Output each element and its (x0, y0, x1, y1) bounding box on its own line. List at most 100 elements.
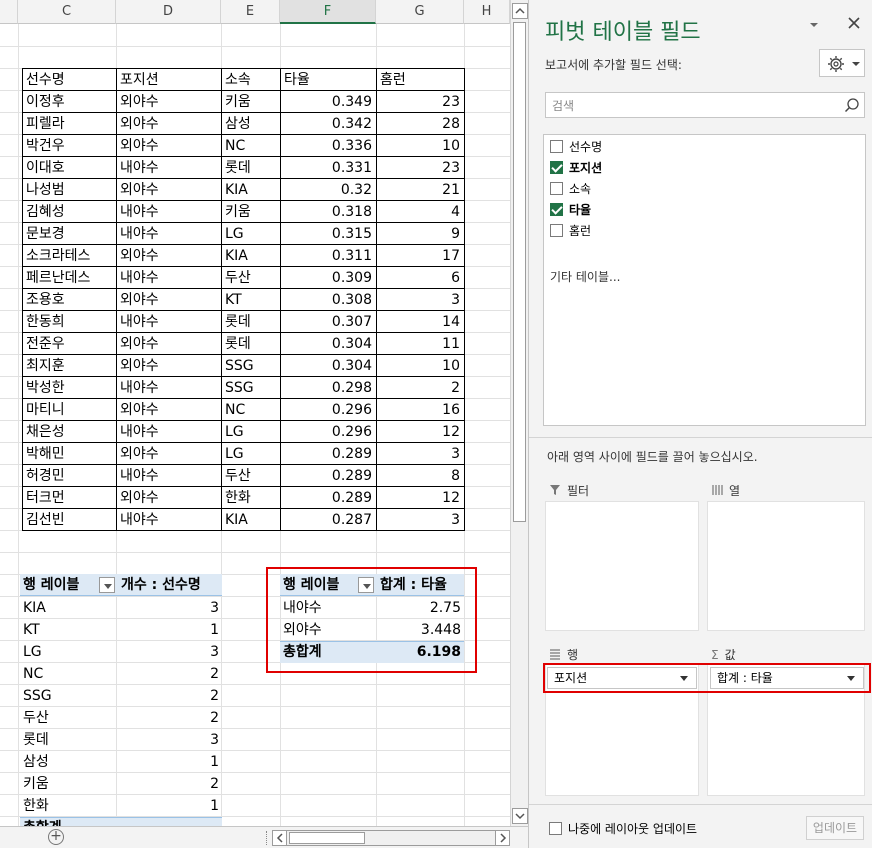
table-cell[interactable]: 키움 (222, 201, 279, 223)
field-item-2[interactable]: 포지션 (550, 158, 602, 178)
more-tables-link[interactable]: 기타 테이블... (550, 267, 620, 287)
table-header-cell[interactable]: 선수명 (23, 69, 115, 91)
defer-update-option[interactable]: 나중에 레이아웃 업데이트 (549, 820, 697, 837)
scroll-left-button[interactable] (273, 831, 287, 845)
column-header-g[interactable]: G (376, 0, 464, 24)
table-cell[interactable]: 최지훈 (23, 355, 115, 377)
table-cell[interactable]: KIA (222, 509, 279, 531)
table-cell[interactable]: 23 (377, 91, 463, 113)
table-cell[interactable]: 0.307 (281, 311, 375, 333)
table-cell[interactable]: 10 (377, 135, 463, 157)
table-cell[interactable]: 17 (377, 245, 463, 267)
table-cell[interactable]: 0.289 (281, 443, 375, 465)
table-cell[interactable]: 내야수 (117, 377, 220, 399)
table-cell[interactable]: 4 (377, 201, 463, 223)
pivot-row-label[interactable]: SSG (20, 685, 114, 707)
table-cell[interactable]: LG (222, 223, 279, 245)
table-cell[interactable]: 내야수 (117, 223, 220, 245)
table-cell[interactable]: 조용호 (23, 289, 115, 311)
table-cell[interactable]: 삼성 (222, 113, 279, 135)
pivot-value-header[interactable]: 개수 : 선수명 (118, 574, 222, 596)
table-cell[interactable]: 두산 (222, 465, 279, 487)
close-icon[interactable] (847, 16, 861, 34)
pivot-total-label[interactable]: 총합계 (20, 817, 114, 826)
table-cell[interactable]: 10 (377, 355, 463, 377)
table-cell[interactable]: NC (222, 135, 279, 157)
table-cell[interactable]: LG (222, 443, 279, 465)
table-cell[interactable]: 내야수 (117, 157, 220, 179)
table-cell[interactable]: 외야수 (117, 355, 220, 377)
table-cell[interactable]: KT (222, 289, 279, 311)
scroll-down-button[interactable] (512, 808, 528, 824)
table-cell[interactable]: 내야수 (117, 509, 220, 531)
table-cell[interactable]: 내야수 (117, 311, 220, 333)
table-cell[interactable]: 0.311 (281, 245, 375, 267)
vertical-scroll-thumb[interactable] (513, 22, 526, 522)
pivot-row-value[interactable]: 2 (116, 685, 222, 707)
table-cell[interactable]: 0.296 (281, 421, 375, 443)
add-sheet-icon[interactable]: + (48, 829, 64, 845)
vertical-scrollbar[interactable] (510, 0, 528, 826)
table-cell[interactable]: 내야수 (117, 267, 220, 289)
pivot-row-label[interactable]: 두산 (20, 707, 114, 729)
table-cell[interactable]: 내야수 (117, 421, 220, 443)
pivot-row-value[interactable]: 3 (116, 729, 222, 751)
table-cell[interactable]: 롯데 (222, 333, 279, 355)
table-cell[interactable]: 23 (377, 157, 463, 179)
pivot-row-label[interactable]: LG (20, 641, 114, 663)
table-cell[interactable]: 문보경 (23, 223, 115, 245)
table-cell[interactable]: 내야수 (117, 201, 220, 223)
table-cell[interactable]: 터크먼 (23, 487, 115, 509)
panel-menu-icon[interactable] (807, 18, 821, 36)
filter-dropdown-icon[interactable] (99, 577, 115, 593)
table-header-cell[interactable]: 소속 (222, 69, 279, 91)
table-cell[interactable]: 키움 (222, 91, 279, 113)
table-cell[interactable]: 피렐라 (23, 113, 115, 135)
pivot-row-label[interactable]: 삼성 (20, 751, 114, 773)
table-cell[interactable]: 0.289 (281, 465, 375, 487)
table-cell[interactable]: 3 (377, 509, 463, 531)
table-cell[interactable]: 외야수 (117, 487, 220, 509)
table-cell[interactable]: 0.331 (281, 157, 375, 179)
table-cell[interactable]: 페르난데스 (23, 267, 115, 289)
table-cell[interactable]: 28 (377, 113, 463, 135)
field-item-4[interactable]: 타율 (550, 200, 591, 220)
field-item-3[interactable]: 소속 (550, 179, 591, 199)
column-header-blank[interactable] (0, 0, 18, 24)
table-cell[interactable]: NC (222, 399, 279, 421)
table-cell[interactable]: 0.298 (281, 377, 375, 399)
table-cell[interactable]: 김선빈 (23, 509, 115, 531)
field-search-input[interactable]: 검색 (545, 92, 865, 118)
pivot-row-value[interactable]: 2 (116, 707, 222, 729)
table-cell[interactable]: 이정후 (23, 91, 115, 113)
spreadsheet-grid[interactable]: C D E F G H 선수명 포지션 소속 타율 홈런 이정후 외야수 키움 0.349 23 피… (0, 0, 510, 826)
table-cell[interactable]: 이대호 (23, 157, 115, 179)
pivot-row-value[interactable]: 1 (116, 619, 222, 641)
column-header-e[interactable]: E (221, 0, 280, 24)
table-cell[interactable]: KIA (222, 245, 279, 267)
table-header-cell[interactable]: 포지션 (117, 69, 220, 91)
scroll-right-button[interactable] (495, 831, 509, 845)
table-cell[interactable]: 3 (377, 289, 463, 311)
table-cell[interactable]: 나성범 (23, 179, 115, 201)
pivot-row-value[interactable]: 2 (116, 773, 222, 795)
field-checkbox[interactable] (550, 140, 563, 153)
table-header-cell[interactable]: 홈런 (377, 69, 463, 91)
pivot-row-value[interactable]: 2 (116, 663, 222, 685)
columns-drop-area[interactable] (707, 501, 865, 631)
pivot-row-label-header[interactable]: 행 레이블 (20, 574, 110, 596)
table-cell[interactable]: 12 (377, 487, 463, 509)
table-cell[interactable]: 외야수 (117, 399, 220, 421)
table-cell[interactable]: 허경민 (23, 465, 115, 487)
table-cell[interactable]: 한동희 (23, 311, 115, 333)
table-cell[interactable]: 외야수 (117, 245, 220, 267)
table-cell[interactable]: 외야수 (117, 289, 220, 311)
pivot-row-value[interactable]: 1 (116, 751, 222, 773)
pivot-row-value[interactable]: 1 (116, 795, 222, 817)
table-cell[interactable]: 0.342 (281, 113, 375, 135)
table-cell[interactable]: 김혜성 (23, 201, 115, 223)
horizontal-scroll-thumb[interactable] (289, 832, 365, 844)
table-cell[interactable]: 박성한 (23, 377, 115, 399)
field-checkbox[interactable] (550, 161, 563, 174)
table-cell[interactable]: 전준우 (23, 333, 115, 355)
